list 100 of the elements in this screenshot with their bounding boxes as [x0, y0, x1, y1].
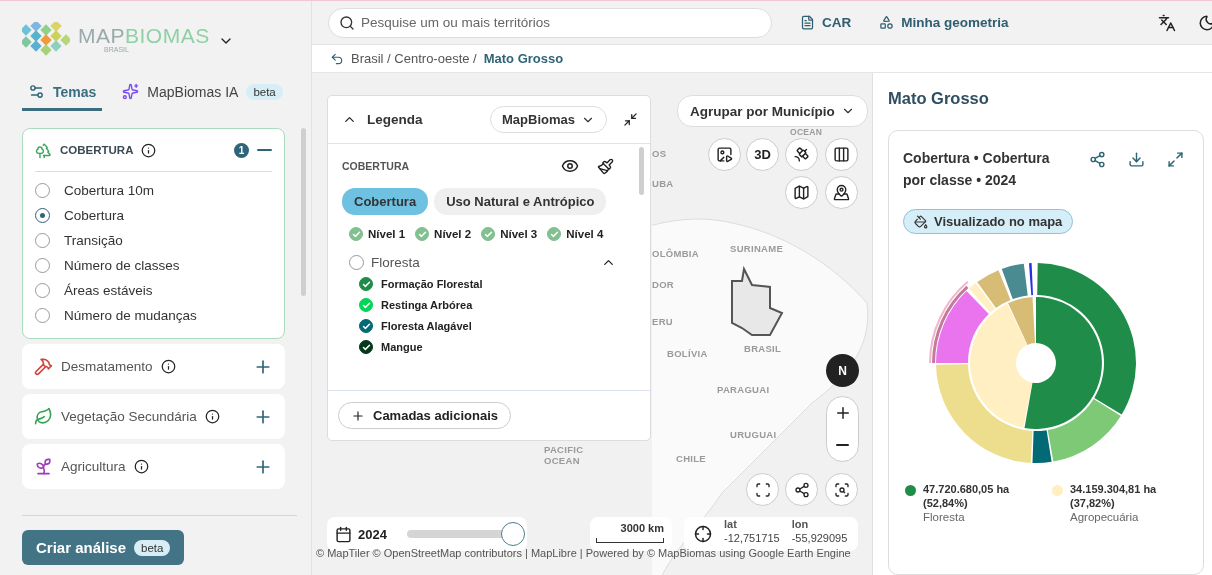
columns-button[interactable]	[825, 138, 858, 171]
legend-class[interactable]: Mangue	[359, 340, 423, 354]
fullscreen-button[interactable]	[746, 473, 779, 506]
map-attribution: © MapTiler © OpenStreetMap contributors | MapLibre | Powered by © MapBiomas using Google Earth Engine	[316, 546, 852, 561]
sparkles-icon	[122, 83, 140, 100]
car-link[interactable]: CAR	[800, 15, 852, 30]
sprout-icon	[34, 457, 53, 476]
map-label: ERU	[652, 316, 673, 327]
map-label: BOLÍVIA	[667, 348, 708, 359]
crosshair-icon	[694, 525, 712, 543]
breadcrumb-path[interactable]: Brasil / Centro-oeste /	[351, 51, 477, 66]
columns-icon	[833, 146, 850, 163]
level-toggle[interactable]: Nível 1	[349, 227, 406, 241]
map-label: URUGUAI	[730, 429, 777, 440]
group-checkbox[interactable]	[349, 255, 364, 270]
map-button[interactable]	[785, 176, 818, 209]
calendar-icon	[335, 525, 352, 543]
plus-icon	[351, 408, 365, 423]
image-play-button[interactable]	[708, 138, 741, 171]
legend-tab[interactable]: Uso Natural e Antrópico	[434, 188, 607, 215]
theme-title: Vegetação Secundária	[61, 409, 197, 424]
expand-icon[interactable]	[1167, 151, 1184, 168]
trees-icon	[35, 141, 52, 159]
zoom-search-button[interactable]	[825, 473, 858, 506]
level-checkbox[interactable]	[349, 227, 363, 241]
info-icon[interactable]	[141, 142, 157, 158]
lat-value: -12,751715	[724, 532, 780, 546]
class-checkbox[interactable]	[359, 298, 373, 312]
map-label: OLÔMBIA	[652, 248, 699, 259]
class-checkbox[interactable]	[359, 319, 373, 333]
legend-tab[interactable]: Cobertura	[342, 188, 429, 215]
map-label: DOR	[652, 279, 674, 290]
scan-search-icon	[833, 481, 850, 498]
download-icon[interactable]	[1128, 151, 1145, 168]
sidebar-tab[interactable]: Temas	[22, 79, 103, 111]
class-checkbox[interactable]	[359, 340, 373, 354]
3d-button[interactable]: 3D	[746, 138, 779, 171]
theme-option[interactable]: Áreas estáveis	[35, 278, 272, 303]
theme-option[interactable]: Número de classes	[35, 253, 272, 278]
map-view[interactable]	[312, 73, 873, 575]
dark-mode-icon[interactable]	[1198, 13, 1212, 32]
share-button[interactable]	[785, 473, 818, 506]
scrollbar[interactable]	[639, 147, 644, 195]
map-pin-button[interactable]	[825, 176, 858, 209]
slider-thumb[interactable]	[500, 522, 525, 546]
leaf-icon	[34, 407, 53, 426]
legend-source-dropdown[interactable]: MapBiomas	[490, 106, 607, 133]
map-label: UBA	[652, 178, 674, 189]
theme-title: Desmatamento	[61, 359, 153, 374]
level-checkbox[interactable]	[481, 227, 496, 241]
satellite-icon	[793, 146, 810, 163]
legend-class[interactable]: Restinga Arbórea	[359, 298, 473, 312]
satellite-button[interactable]	[785, 138, 818, 171]
level-toggle[interactable]: Nível 3	[481, 227, 538, 241]
legend-class[interactable]: Formação Florestal	[359, 277, 483, 291]
legend-label: Floresta	[923, 510, 966, 524]
theme-option[interactable]: Cobertura	[35, 203, 272, 228]
map-label: BRASIL	[744, 343, 782, 354]
info-icon[interactable]	[160, 359, 176, 374]
translate-icon[interactable]	[1158, 13, 1176, 32]
breadcrumb-current: Mato Grosso	[483, 51, 564, 66]
theme-option[interactable]: Cobertura 10m	[35, 178, 272, 203]
legend-value: 47.720.680,05 ha (52,84%)	[923, 482, 1011, 510]
back-icon[interactable]	[330, 51, 344, 66]
legend-class[interactable]: Floresta Alagável	[359, 319, 472, 333]
scrollbar[interactable]	[301, 128, 306, 296]
share-icon[interactable]	[1089, 151, 1106, 168]
theme-option[interactable]: Número de mudanças	[35, 303, 272, 328]
theme-title: COBERTURA	[60, 144, 134, 156]
panel-title: Mato Grosso	[888, 89, 990, 108]
image-play-icon	[716, 146, 733, 163]
minus-icon	[836, 444, 849, 446]
group-by-dropdown[interactable]: Agrupar por Município	[677, 95, 868, 127]
geometry-link[interactable]: Minha geometria	[879, 15, 1009, 30]
paintbrush-icon[interactable]	[597, 157, 614, 175]
class-checkbox[interactable]	[359, 277, 373, 291]
level-toggle[interactable]: Nível 4	[547, 227, 604, 241]
lon-label: lon	[791, 518, 810, 532]
sliders-icon	[28, 83, 45, 100]
minimize-icon[interactable]	[623, 112, 638, 127]
sidebar-tab[interactable]: MapBiomas IA beta	[116, 79, 289, 111]
share-icon	[793, 481, 810, 498]
map-pin-icon	[833, 184, 850, 201]
lat-label: lat	[724, 518, 738, 532]
scale-bar	[596, 537, 664, 543]
search-field[interactable]: Pesquise um ou mais territórios	[328, 7, 772, 38]
level-toggle[interactable]: Nível 2	[415, 227, 472, 241]
shapes-icon	[879, 15, 895, 30]
legend-group-label: Floresta	[371, 255, 420, 270]
info-icon[interactable]	[204, 409, 220, 424]
eye-icon[interactable]	[561, 157, 579, 175]
info-icon[interactable]	[133, 459, 149, 474]
level-checkbox[interactable]	[415, 227, 430, 241]
level-checkbox[interactable]	[547, 227, 562, 241]
add-layers-button[interactable]: Camadas adicionais	[338, 402, 511, 429]
scale-label: 3000 km	[620, 521, 664, 534]
create-analysis-button[interactable]: Criar análise beta	[22, 530, 185, 565]
theme-option[interactable]: Transição	[35, 228, 272, 253]
search-icon	[339, 14, 355, 31]
map-label: PARAGUAI	[717, 384, 770, 395]
